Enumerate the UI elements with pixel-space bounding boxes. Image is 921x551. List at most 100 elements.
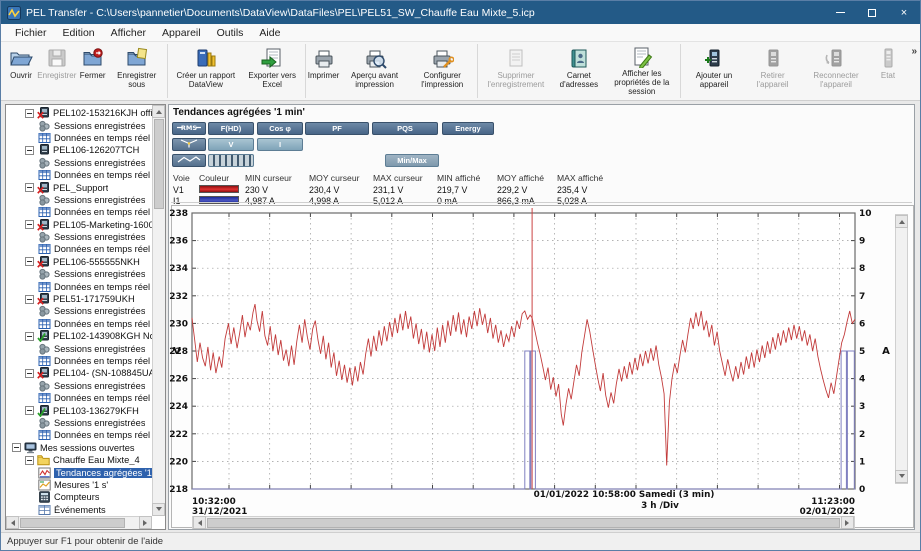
tree-view-evenements[interactable]: Événements xyxy=(6,504,152,516)
tree-item-donnees-en-temps-reel[interactable]: Données en temps réel xyxy=(6,169,152,181)
chart-hscroll-thumb[interactable] xyxy=(207,518,840,528)
measurement-table: VoieCouleurMIN curseurMOY curseurMAX cur… xyxy=(173,171,793,206)
expand-toggle-icon[interactable] xyxy=(25,295,34,304)
scroll-up-icon[interactable] xyxy=(895,215,908,228)
toolbar-close-file-button[interactable]: Fermer xyxy=(77,44,109,98)
tree-item-donnees-en-temps-reel[interactable]: Données en temps réel xyxy=(6,355,152,367)
toolbar-open-folder-button[interactable]: Ouvrir xyxy=(5,44,37,98)
tree-item-donnees-en-temps-reel[interactable]: Données en temps réel xyxy=(6,392,152,404)
expand-toggle-icon[interactable] xyxy=(25,146,34,155)
view-button-rms[interactable]: RMS xyxy=(172,122,206,135)
scroll-down-icon[interactable] xyxy=(895,470,908,483)
tree-item-sessions-enregistrees[interactable]: Sessions enregistrées xyxy=(6,305,152,317)
tree-item-donnees-en-temps-reel[interactable]: Données en temps réel xyxy=(6,206,152,218)
menu-item-aide[interactable]: Aide xyxy=(251,25,288,41)
expand-toggle-icon[interactable] xyxy=(25,369,34,378)
toolbar-group: ImprimerAperçu avant impressionConfigure… xyxy=(306,44,478,98)
tree-session-folder[interactable]: Chauffe Eau Mixte_4 xyxy=(6,454,152,466)
expand-toggle-icon[interactable] xyxy=(25,456,34,465)
minimize-icon[interactable] xyxy=(824,1,856,24)
scroll-right-icon[interactable] xyxy=(139,516,152,529)
tree-item-donnees-en-temps-reel[interactable]: Données en temps réel xyxy=(6,280,152,292)
scroll-right-icon[interactable] xyxy=(841,516,854,529)
right-axis-tick-label: 6 xyxy=(859,319,865,329)
menu-item-outils[interactable]: Outils xyxy=(209,25,252,41)
scroll-left-icon[interactable] xyxy=(6,516,19,529)
tree-item-donnees-en-temps-reel[interactable]: Données en temps réel xyxy=(6,318,152,330)
expand-toggle-icon[interactable] xyxy=(25,406,34,415)
toolbar-add-device-button[interactable]: Ajouter un appareil xyxy=(683,44,745,98)
tree-device-pel102-153216kjh-office[interactable]: PEL102-153216KJH office xyxy=(6,107,152,119)
expand-toggle-icon[interactable] xyxy=(25,332,34,341)
chart-horizontal-scrollbar[interactable] xyxy=(192,516,855,529)
tree-device-pel-support[interactable]: PEL_Support xyxy=(6,181,152,193)
tree-item-donnees-en-temps-reel[interactable]: Données en temps réel xyxy=(6,243,152,255)
view-button-pf[interactable]: PF xyxy=(305,122,369,135)
tree-hscroll-thumb[interactable] xyxy=(20,518,125,528)
toolbar-print-preview-button[interactable]: Aperçu avant impression xyxy=(340,44,410,98)
toolbar-address-book-button[interactable]: Carnet d'adresses xyxy=(552,44,606,98)
session-properties-icon xyxy=(630,46,654,68)
toolbar-print-setup-button[interactable]: Configurer l'impression xyxy=(410,44,475,98)
tree-vscroll-thumb[interactable] xyxy=(154,119,164,209)
view-button-i[interactable]: I xyxy=(257,138,303,151)
device-icon xyxy=(37,182,50,194)
maximize-icon[interactable] xyxy=(856,1,888,24)
toolbar-save-as-button[interactable]: Enregistrer sous xyxy=(109,44,165,98)
menu-item-appareil[interactable]: Appareil xyxy=(154,25,209,41)
view-button-cos[interactable]: Cos φ xyxy=(257,122,303,135)
expand-toggle-icon[interactable] xyxy=(25,183,34,192)
tree-device-pel105-marketing-160002ng[interactable]: PEL105-Marketing-160002NG xyxy=(6,219,152,231)
tree-item-donnees-en-temps-reel[interactable]: Données en temps réel xyxy=(6,132,152,144)
menu-item-fichier[interactable]: Fichier xyxy=(7,25,55,41)
expand-toggle-icon[interactable] xyxy=(25,220,34,229)
expand-toggle-icon[interactable] xyxy=(25,109,34,118)
view-button-v[interactable]: V xyxy=(208,138,254,151)
tree-view-compteurs[interactable]: Compteurs xyxy=(6,491,152,503)
tree-device-pel51-171759ukh[interactable]: PEL51-171759UKH xyxy=(6,293,152,305)
toolbar-printer-button[interactable]: Imprimer xyxy=(308,44,340,98)
menu-item-afficher[interactable]: Afficher xyxy=(103,25,154,41)
tree-item-sessions-enregistrees[interactable]: Sessions enregistrées xyxy=(6,194,152,206)
tree-view-tendances-agregees-1-m[interactable]: Tendances agrégées '1 m xyxy=(6,466,152,478)
tree-item-sessions-enregistrees[interactable]: Sessions enregistrées xyxy=(6,342,152,354)
tree-device-pel106-126207tch[interactable]: PEL106-126207TCH xyxy=(6,144,152,156)
scroll-left-icon[interactable] xyxy=(193,516,206,529)
tree-item-sessions-enregistrees[interactable]: Sessions enregistrées xyxy=(6,231,152,243)
toolbar-export-excel-button[interactable]: Exporter vers Excel xyxy=(242,44,303,98)
view-button-vector-diagram[interactable] xyxy=(172,138,206,151)
save-floppy-icon xyxy=(45,46,69,70)
tree-item-sessions-enregistrees[interactable]: Sessions enregistrées xyxy=(6,380,152,392)
scroll-down-icon[interactable] xyxy=(152,503,165,516)
view-button-pqs[interactable]: PQS xyxy=(372,122,438,135)
toolbar-session-properties-button[interactable]: Afficher les propriétés de la session xyxy=(606,44,678,98)
tree-device-pel104-sn-108845uah[interactable]: PEL104- (SN-108845UAH) xyxy=(6,367,152,379)
view-button-min-max[interactable]: Min/Max xyxy=(385,154,439,167)
tree-view-mesures-1-s[interactable]: Mesures '1 s' xyxy=(6,479,152,491)
toolbar-report-dataview-button[interactable]: Créer un rapport DataView xyxy=(170,44,242,98)
chart-vertical-scrollbar[interactable] xyxy=(895,214,908,484)
tree-device-pel106-555555nkh[interactable]: PEL106-555555NKH xyxy=(6,256,152,268)
scroll-up-icon[interactable] xyxy=(152,105,165,118)
close-icon[interactable]: × xyxy=(888,1,920,24)
view-button-bar-histogram[interactable] xyxy=(208,154,254,167)
tree-sessions-root[interactable]: Mes sessions ouvertes xyxy=(6,442,152,454)
right-axis-tick-label: 10 xyxy=(859,209,872,219)
expand-toggle-icon[interactable] xyxy=(25,257,34,266)
tree-item-sessions-enregistrees[interactable]: Sessions enregistrées xyxy=(6,268,152,280)
tree-item-sessions-enregistrees[interactable]: Sessions enregistrées xyxy=(6,157,152,169)
tree-device-pel102-143908kgh-normand[interactable]: PEL102-143908KGH Normand xyxy=(6,330,152,342)
toolbar-overflow-chevron[interactable]: » xyxy=(911,46,917,57)
view-button-energy[interactable]: Energy xyxy=(442,122,494,135)
tree-device-pel103-136279kfh[interactable]: PEL103-136279KFH xyxy=(6,404,152,416)
expand-toggle-icon[interactable] xyxy=(12,443,21,452)
toolbar-group: Créer un rapport DataViewExporter vers E… xyxy=(168,44,306,98)
view-button-f-hd[interactable]: F(HD) xyxy=(208,122,254,135)
tree-item-donnees-en-temps-reel[interactable]: Données en temps réel xyxy=(6,429,152,441)
tree-item-sessions-enregistrees[interactable]: Sessions enregistrées xyxy=(6,417,152,429)
tree-item-sessions-enregistrees[interactable]: Sessions enregistrées xyxy=(6,119,152,131)
view-button-trend-view[interactable] xyxy=(172,154,206,167)
tree-vertical-scrollbar[interactable] xyxy=(152,105,165,516)
tree-horizontal-scrollbar[interactable] xyxy=(6,516,152,529)
menu-item-edition[interactable]: Edition xyxy=(55,25,103,41)
